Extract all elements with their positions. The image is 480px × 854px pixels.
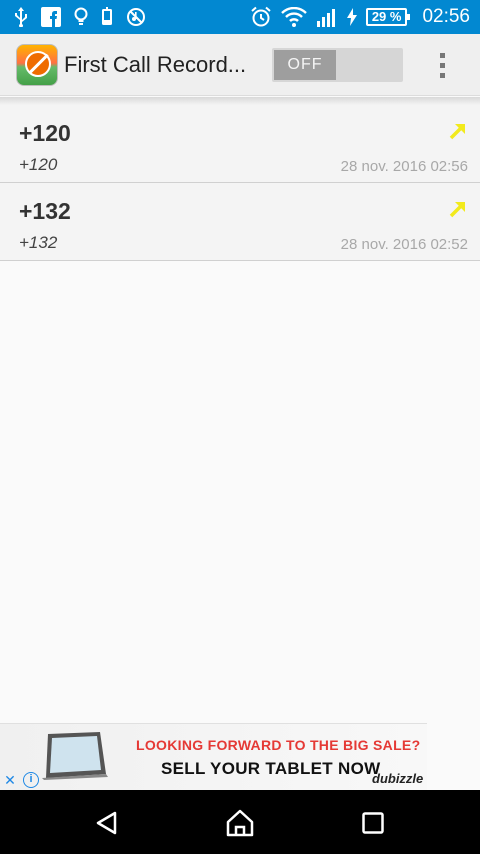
lightbulb-icon xyxy=(74,6,88,28)
ad-headline: LOOKING FORWARD TO THE BIG SALE? xyxy=(136,737,421,753)
home-button[interactable] xyxy=(225,808,255,838)
call-number: +120 xyxy=(19,120,71,146)
battery-level: 29 % xyxy=(365,8,411,26)
alarm-icon xyxy=(250,6,272,28)
home-icon xyxy=(226,809,254,837)
facebook-icon xyxy=(41,6,61,28)
charging-icon xyxy=(346,6,357,28)
phone-charge-icon xyxy=(101,6,113,28)
app-bar: First Call Record... OFF xyxy=(0,34,480,96)
status-bar: 29 % 02:56 xyxy=(0,0,480,34)
back-button[interactable] xyxy=(92,808,122,838)
status-clock: 02:56 xyxy=(422,6,470,27)
overflow-menu-icon[interactable] xyxy=(428,48,456,82)
call-list: +120 +120 28 nov. 2016 02:56 +132 +132 2… xyxy=(0,97,480,261)
recording-toggle[interactable]: OFF xyxy=(272,48,403,82)
wifi-icon xyxy=(280,6,307,28)
tablet-image-icon xyxy=(42,732,108,780)
ad-brand: dubizzle xyxy=(372,771,424,786)
call-contact-name: +132 xyxy=(19,233,58,252)
call-list-item[interactable]: +132 +132 28 nov. 2016 02:52 xyxy=(0,183,480,261)
app-logo-icon xyxy=(16,44,58,86)
navigation-bar xyxy=(0,790,480,854)
call-number: +132 xyxy=(19,198,71,224)
outgoing-call-arrow-icon xyxy=(449,124,465,140)
recents-square-icon xyxy=(362,812,384,834)
outgoing-call-arrow-icon xyxy=(449,202,465,218)
signal-icon xyxy=(316,6,338,28)
status-icons-right: 29 % 02:56 xyxy=(250,5,470,29)
call-date: 28 nov. 2016 02:52 xyxy=(340,236,468,253)
call-contact-name: +120 xyxy=(19,155,58,174)
no-music-icon xyxy=(126,6,146,28)
recents-button[interactable] xyxy=(358,808,388,838)
ad-subheadline: SELL YOUR TABLET NOW xyxy=(161,759,381,778)
call-list-item[interactable]: +120 +120 28 nov. 2016 02:56 xyxy=(0,105,480,183)
ad-close-icon[interactable]: ✕ xyxy=(2,772,18,788)
call-date: 28 nov. 2016 02:56 xyxy=(340,158,468,175)
list-top-shadow xyxy=(0,97,480,105)
toggle-label: OFF xyxy=(274,50,336,80)
back-triangle-icon xyxy=(96,811,117,835)
status-icons-left xyxy=(14,6,146,28)
ad-info-icon[interactable]: i xyxy=(23,772,39,788)
ad-banner[interactable]: LOOKING FORWARD TO THE BIG SALE? SELL YO… xyxy=(0,723,427,790)
app-title: First Call Record... xyxy=(64,52,247,77)
usb-icon xyxy=(14,6,28,28)
